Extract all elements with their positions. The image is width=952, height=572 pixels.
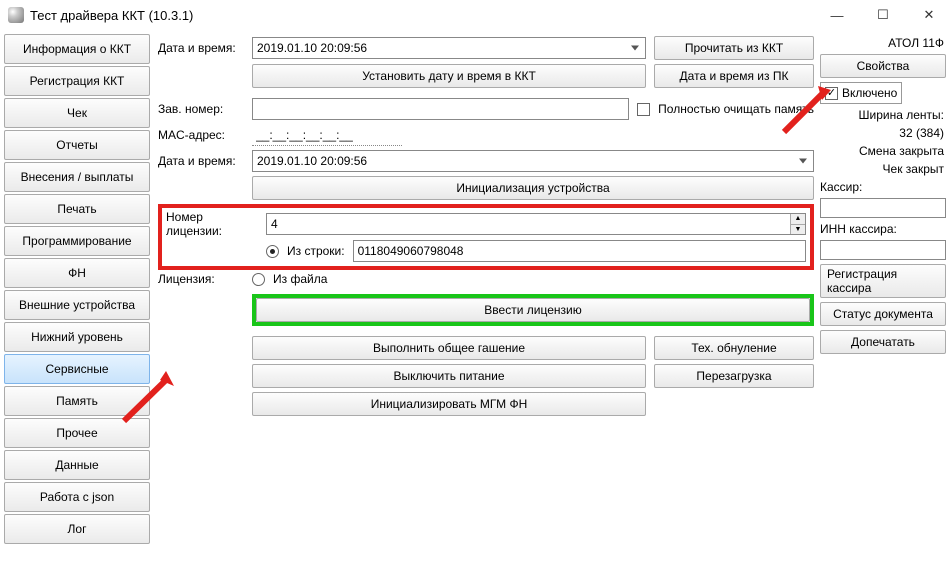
- window-title: Тест драйвера ККТ (10.3.1): [30, 8, 814, 23]
- doc-status-button[interactable]: Статус документа: [820, 302, 946, 326]
- maximize-button[interactable]: ☐: [860, 0, 906, 30]
- sidebar-item-programming[interactable]: Программирование: [4, 226, 150, 256]
- read-from-kkt-button[interactable]: Прочитать из ККТ: [654, 36, 814, 60]
- sidebar-item-info[interactable]: Информация о ККТ: [4, 34, 150, 64]
- datetime2-value: 2019.01.10 20:09:56: [257, 154, 367, 168]
- enter-license-button[interactable]: Ввести лицензию: [256, 298, 810, 322]
- sidebar-item-fn[interactable]: ФН: [4, 258, 150, 288]
- register-cashier-button[interactable]: Регистрация кассира: [820, 264, 946, 298]
- cashier-input[interactable]: [820, 198, 946, 218]
- set-datetime-kkt-button[interactable]: Установить дату и время в ККТ: [252, 64, 646, 88]
- license-string-input[interactable]: [353, 240, 806, 262]
- sidebar-item-print[interactable]: Печать: [4, 194, 150, 224]
- serial-input[interactable]: [252, 98, 629, 120]
- datetime-combo[interactable]: 2019.01.10 20:09:56: [252, 37, 646, 59]
- sidebar-item-data[interactable]: Данные: [4, 450, 150, 480]
- device-name-label: АТОЛ 11Ф: [820, 36, 946, 50]
- sidebar-item-lowlevel[interactable]: Нижний уровень: [4, 322, 150, 352]
- lic-number-value: 4: [271, 217, 278, 231]
- enter-license-box: Ввести лицензию: [252, 294, 814, 326]
- license-box: Номер лицензии: 4 ▲ ▼ Из строки:: [158, 204, 814, 270]
- shift-status: Смена закрыта: [820, 144, 946, 158]
- minimize-button[interactable]: —: [814, 0, 860, 30]
- power-off-button[interactable]: Выключить питание: [252, 364, 646, 388]
- finish-print-button[interactable]: Допечатать: [820, 330, 946, 354]
- right-panel: АТОЛ 11Ф Свойства ✓ Включено Ширина лент…: [818, 30, 952, 572]
- datetime-label: Дата и время:: [158, 41, 244, 55]
- spin-up-icon[interactable]: ▲: [790, 214, 805, 225]
- datetime2-combo[interactable]: 2019.01.10 20:09:56: [252, 150, 814, 172]
- enabled-checkbox[interactable]: ✓: [825, 87, 838, 100]
- from-string-radio[interactable]: [266, 245, 279, 258]
- datetime2-label: Дата и время:: [158, 154, 244, 168]
- sidebar-item-reports[interactable]: Отчеты: [4, 130, 150, 160]
- sidebar: Информация о ККТ Регистрация ККТ Чек Отч…: [0, 30, 154, 572]
- sidebar-item-other[interactable]: Прочее: [4, 418, 150, 448]
- sidebar-item-registration[interactable]: Регистрация ККТ: [4, 66, 150, 96]
- main-panel: Дата и время: 2019.01.10 20:09:56 Прочит…: [154, 30, 818, 572]
- enabled-label: Включено: [842, 86, 897, 100]
- mac-label: MAC-адрес:: [158, 128, 244, 142]
- sidebar-item-payments[interactable]: Внесения / выплаты: [4, 162, 150, 192]
- cashier-inn-label: ИНН кассира:: [820, 222, 946, 236]
- lic-number-label: Номер лицензии:: [166, 210, 258, 238]
- properties-button[interactable]: Свойства: [820, 54, 946, 78]
- sidebar-item-check[interactable]: Чек: [4, 98, 150, 128]
- datetime-value: 2019.01.10 20:09:56: [257, 41, 367, 55]
- init-device-button[interactable]: Инициализация устройства: [252, 176, 814, 200]
- total-reset-button[interactable]: Выполнить общее гашение: [252, 336, 646, 360]
- app-icon: [8, 7, 24, 23]
- from-file-label: Из файла: [273, 272, 327, 286]
- sidebar-item-log[interactable]: Лог: [4, 514, 150, 544]
- ribbon-width-value: 32 (384): [820, 126, 946, 140]
- init-mgm-fn-button[interactable]: Инициализировать МГМ ФН: [252, 392, 646, 416]
- tech-reset-button[interactable]: Тех. обнуление: [654, 336, 814, 360]
- cashier-inn-input[interactable]: [820, 240, 946, 260]
- sidebar-item-external[interactable]: Внешние устройства: [4, 290, 150, 320]
- ribbon-width-label: Ширина ленты:: [820, 108, 946, 122]
- full-clear-checkbox[interactable]: [637, 103, 650, 116]
- from-file-radio[interactable]: [252, 273, 265, 286]
- license-label: Лицензия:: [158, 272, 244, 286]
- sidebar-item-service[interactable]: Сервисные: [4, 354, 150, 384]
- serial-label: Зав. номер:: [158, 102, 244, 116]
- datetime-from-pc-button[interactable]: Дата и время из ПК: [654, 64, 814, 88]
- lic-number-input[interactable]: 4 ▲ ▼: [266, 213, 806, 235]
- spin-down-icon[interactable]: ▼: [790, 225, 805, 235]
- close-button[interactable]: ✕: [906, 0, 952, 30]
- titlebar: Тест драйвера ККТ (10.3.1) — ☐ ✕: [0, 0, 952, 30]
- check-status: Чек закрыт: [820, 162, 946, 176]
- sidebar-item-json[interactable]: Работа с json: [4, 482, 150, 512]
- sidebar-item-memory[interactable]: Память: [4, 386, 150, 416]
- reboot-button[interactable]: Перезагрузка: [654, 364, 814, 388]
- cashier-label: Кассир:: [820, 180, 946, 194]
- full-clear-label: Полностью очищать память: [658, 102, 814, 116]
- from-string-label: Из строки:: [287, 244, 345, 258]
- mac-input[interactable]: [252, 124, 402, 146]
